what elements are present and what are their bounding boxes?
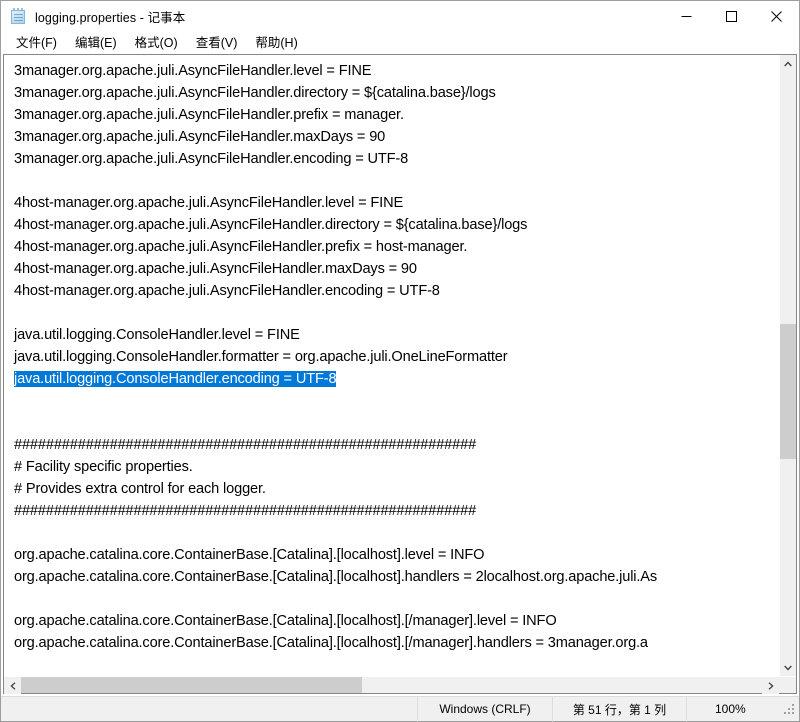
close-button[interactable]: [754, 1, 799, 31]
editor-line: 4host-manager.org.apache.juli.AsyncFileH…: [14, 217, 528, 233]
window-title: logging.properties - 记事本: [35, 10, 186, 25]
scroll-up-button[interactable]: [780, 55, 796, 72]
editor-line: 3manager.org.apache.juli.AsyncFileHandle…: [14, 85, 496, 101]
selected-text: java.util.logging.ConsoleHandler.encodin…: [14, 371, 337, 387]
horizontal-scroll-track[interactable]: [21, 677, 762, 693]
vertical-scroll-track[interactable]: [780, 72, 796, 659]
text-editor[interactable]: 3manager.org.apache.juli.AsyncFileHandle…: [4, 55, 779, 676]
editor-line: # Provides extra control for each logger…: [14, 481, 266, 497]
minimize-button[interactable]: [664, 1, 709, 31]
vertical-scroll-thumb[interactable]: [780, 324, 796, 460]
menu-bar: 文件(F) 编辑(E) 格式(O) 查看(V) 帮助(H): [1, 31, 799, 53]
menu-item-edit[interactable]: 编辑(E): [66, 30, 126, 54]
editor-line: org.apache.catalina.core.ContainerBase.[…: [14, 635, 648, 651]
editor-line: # Facility specific properties.: [14, 459, 193, 475]
editor-line: 4host-manager.org.apache.juli.AsyncFileH…: [14, 239, 468, 255]
resize-grip-icon[interactable]: [781, 701, 797, 717]
status-zoom-label: 100%: [715, 702, 746, 716]
editor-line: java.util.logging.ConsoleHandler.formatt…: [14, 349, 508, 365]
editor-line: 3manager.org.apache.juli.AsyncFileHandle…: [14, 151, 409, 167]
editor-line: 4host-manager.org.apache.juli.AsyncFileH…: [14, 283, 440, 299]
status-bar: Windows (CRLF) 第 51 行，第 1 列 100%: [1, 696, 799, 722]
text-content: 3manager.org.apache.juli.AsyncFileHandle…: [14, 60, 657, 676]
menu-item-help[interactable]: 帮助(H): [246, 30, 306, 54]
editor-line: 4host-manager.org.apache.juli.AsyncFileH…: [14, 261, 417, 277]
scroll-down-button[interactable]: [780, 659, 796, 676]
editor-line: 3manager.org.apache.juli.AsyncFileHandle…: [14, 63, 372, 79]
status-line-ending: Windows (CRLF): [417, 696, 552, 722]
horizontal-scroll-thumb[interactable]: [21, 677, 362, 693]
editor-line: ########################################…: [14, 503, 477, 519]
editor-line: 4host-manager.org.apache.juli.AsyncFileH…: [14, 195, 404, 211]
editor-region: 3manager.org.apache.juli.AsyncFileHandle…: [1, 53, 799, 696]
editor-line: org.apache.catalina.core.ContainerBase.[…: [14, 547, 485, 563]
editor-line: 3manager.org.apache.juli.AsyncFileHandle…: [14, 129, 386, 145]
menu-item-format[interactable]: 格式(O): [126, 30, 187, 54]
maximize-button[interactable]: [709, 1, 754, 31]
horizontal-scrollbar[interactable]: [4, 676, 796, 694]
status-line-ending-label: Windows (CRLF): [439, 702, 531, 716]
menu-item-file[interactable]: 文件(F): [7, 30, 66, 54]
window-controls: [664, 1, 799, 31]
editor-line: org.apache.catalina.core.ContainerBase.[…: [14, 569, 658, 585]
notepad-icon: [10, 7, 27, 25]
scroll-left-button[interactable]: [4, 677, 21, 694]
status-zoom: 100%: [686, 696, 781, 722]
status-cursor-position: 第 51 行，第 1 列: [552, 696, 686, 722]
scroll-right-button[interactable]: [762, 677, 779, 694]
title-bar: logging.properties - 记事本: [1, 1, 799, 31]
editor-line: java.util.logging.ConsoleHandler.level =…: [14, 327, 300, 343]
notepad-window: logging.properties - 记事本 文件(F) 编辑(E) 格式(…: [0, 0, 800, 722]
vertical-scrollbar[interactable]: [779, 55, 796, 676]
scrollbar-corner: [779, 677, 796, 693]
editor-line: 3manager.org.apache.juli.AsyncFileHandle…: [14, 107, 404, 123]
editor-line: ########################################…: [14, 437, 477, 453]
status-cursor-position-label: 第 51 行，第 1 列: [572, 702, 667, 717]
editor-line: java.util.logging.ConsoleHandler.encodin…: [14, 368, 337, 390]
editor-line: org.apache.catalina.core.ContainerBase.[…: [14, 613, 557, 629]
menu-item-view[interactable]: 查看(V): [187, 30, 247, 54]
